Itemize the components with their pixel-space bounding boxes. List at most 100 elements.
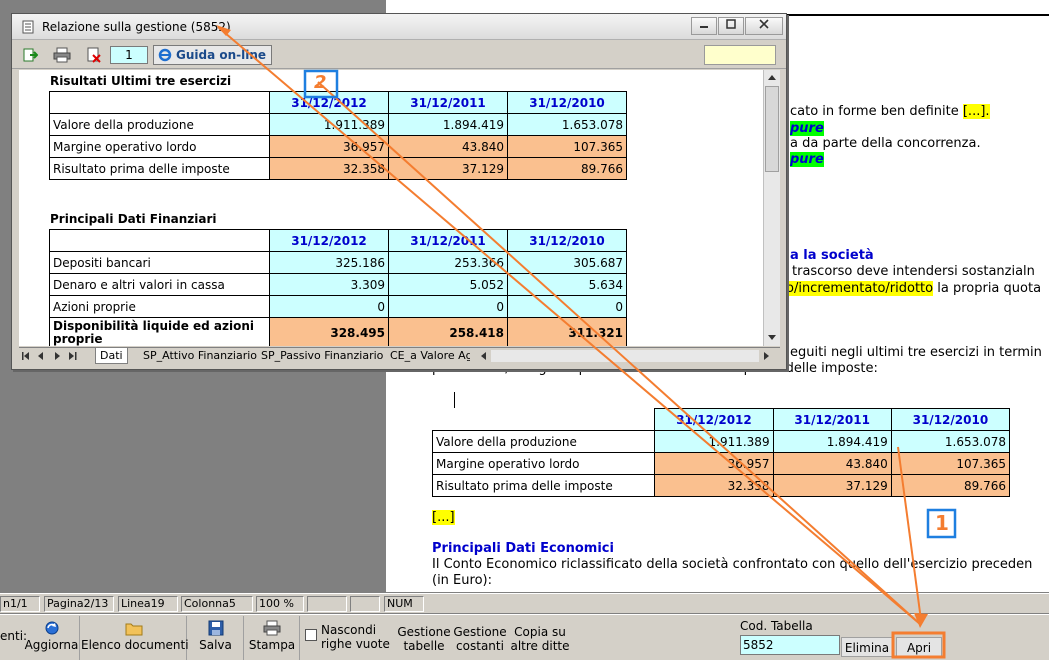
page-number-input[interactable]: 1 [110,46,148,64]
aggiorna-button[interactable]: Aggiorna [24,616,80,660]
guida-online-button[interactable]: Guida on-line [153,45,272,65]
doc-green-2: pure [790,152,824,167]
elenco-documenti-button[interactable]: Elenco documenti [81,616,189,660]
row-label: Valore della produzione [431,430,656,453]
scroll-up-icon[interactable] [767,73,777,81]
doc-para-2: (in Euro): [432,573,492,588]
doc-line-4-highlight: o/incrementato/ridotto [786,281,934,296]
table-cell[interactable]: 43.840 [388,135,508,158]
tab-ce-valore[interactable]: CE_a Valore Agg [386,348,470,364]
table-cell: 32.358 [654,474,774,497]
vertical-scrollbar[interactable] [763,70,780,346]
scroll-thumb[interactable] [765,86,779,172]
nascondi-checkbox[interactable] [305,629,317,641]
nascondi-label: Nascondi righe vuote [321,623,390,651]
gestione-tabelle-button[interactable]: Gestione tabelle [397,625,451,653]
doc-line-2: a da parte della concorrenza. [790,136,981,151]
copia-altre-ditte-button[interactable]: Copia su altre ditte [509,625,571,653]
status-page-section: n1/1 [0,596,40,612]
tab-sp-attivo[interactable]: SP_Attivo Finanziario [139,348,261,364]
table-cell[interactable]: 37.129 [388,157,508,180]
table-cell: 43.840 [772,452,892,475]
table-cell[interactable]: 0 [269,295,389,318]
close-icon [759,19,769,29]
close-button[interactable] [745,17,783,35]
row-label: Azioni proprie [49,295,270,318]
tab-dati[interactable]: Dati [95,348,128,364]
doc-line-4-text: la propria quota [933,281,1042,296]
status-zoom: 100 % [256,596,304,612]
table-cell[interactable]: 253.366 [388,251,508,274]
elimina-button[interactable]: Elimina [841,637,893,657]
row-label: Risultato prima delle imposte [431,474,656,497]
table-header: 31/12/2010 [507,91,627,114]
maximize-icon [726,19,736,29]
table-corner [49,91,270,114]
apri-button[interactable]: Apri [896,637,942,657]
table-cell[interactable]: 1.653.078 [507,113,627,136]
gestione-costanti-button[interactable]: Gestione costanti [453,625,507,653]
table-cell[interactable]: 0 [507,295,627,318]
table-cell[interactable]: 1.894.419 [388,113,508,136]
row-label: Risultato prima delle imposte [49,157,270,180]
row-label: Denaro e altri valori in cassa [49,273,270,296]
row-label: Depositi bancari [49,251,270,274]
table-cell[interactable]: 3.309 [269,273,389,296]
relazione-dialog: Relazione sulla gestione (5852) 1 Guida … [11,13,787,370]
table-cell[interactable]: 305.687 [507,251,627,274]
dialog-titlebar[interactable]: Relazione sulla gestione (5852) [12,14,786,40]
yellow-indicator-field [704,45,776,65]
cod-tabella-label: Cod. Tabella [740,619,813,633]
table-row: Valore della produzione 1.911.389 1.894.… [431,430,1011,453]
doc-results-table: 31/12/2012 31/12/2011 31/12/2010 Valore … [431,408,1011,497]
cod-tabella-input[interactable]: 5852 [740,635,840,655]
table-header-row: 31/12/2012 31/12/2011 31/12/2010 [49,229,627,252]
delete-document-icon[interactable] [86,47,102,63]
table-cell[interactable]: 107.365 [507,135,627,158]
salva-button[interactable]: Salva [188,616,244,660]
row-label: Margine operativo lordo [49,135,270,158]
doc-line-1-highlight: [...]. [962,104,990,119]
status-line: Linea19 [118,596,178,612]
horizontal-scrollbar[interactable] [491,350,759,362]
table-cell[interactable]: 1.911.389 [269,113,389,136]
doc-ellipsis: [...] [432,510,455,525]
stampa-button[interactable]: Stampa [245,616,300,660]
sheet-tabs-bar: Dati SP_Attivo Finanziario SP_Passivo Fi… [19,347,780,364]
table-cell[interactable]: 89.766 [507,157,627,180]
table-header-row: 31/12/2012 31/12/2011 31/12/2010 [432,408,1011,431]
scroll-down-icon[interactable] [767,334,777,342]
status-bar: n1/1 Pagina2/13 Linea19 Colonna5 100 % N… [0,593,1049,613]
table-cell[interactable]: 311.321 [507,317,627,346]
table-cell: 107.365 [890,452,1011,475]
export-icon[interactable] [22,47,38,63]
dialog-title: Relazione sulla gestione (5852) [42,20,231,34]
table-corner [49,229,270,252]
print-icon[interactable] [53,47,71,63]
spreadsheet-area[interactable]: Risultati Ultimi tre esercizi 31/12/2012… [19,70,763,346]
table-row: Denaro e altri valori in cassa 3.309 5.0… [49,273,627,296]
table-cell[interactable]: 258.418 [388,317,508,346]
hscroll-left-icon[interactable] [479,351,487,361]
table-cell[interactable]: 328.495 [269,317,389,346]
internet-explorer-icon [158,48,172,62]
table-cell[interactable]: 0 [388,295,508,318]
table-header: 31/12/2012 [654,408,774,431]
tab-sp-passivo[interactable]: SP_Passivo Finanziario [257,348,387,364]
maximize-button[interactable] [718,17,744,35]
section1-title: Risultati Ultimi tre esercizi [50,74,232,88]
minimize-button[interactable] [691,17,717,35]
doc-line-1: cato in forme ben definite [...]. [790,104,990,119]
table-cell[interactable]: 325.186 [269,251,389,274]
status-num: NUM [384,596,424,612]
tab-navigation-icons[interactable] [21,351,81,361]
doc-line-4: o/incrementato/ridotto la propria quota [786,281,1041,296]
table-cell[interactable]: 36.957 [269,135,389,158]
table-cell: 1.653.078 [890,430,1011,453]
table-row: Disponibilità liquide ed azioni proprie … [49,317,627,346]
hscroll-right-icon[interactable] [763,351,771,361]
table-cell[interactable]: 32.358 [269,157,389,180]
row-label: Valore della produzione [49,113,270,136]
table-cell[interactable]: 5.052 [388,273,508,296]
table-cell[interactable]: 5.634 [507,273,627,296]
